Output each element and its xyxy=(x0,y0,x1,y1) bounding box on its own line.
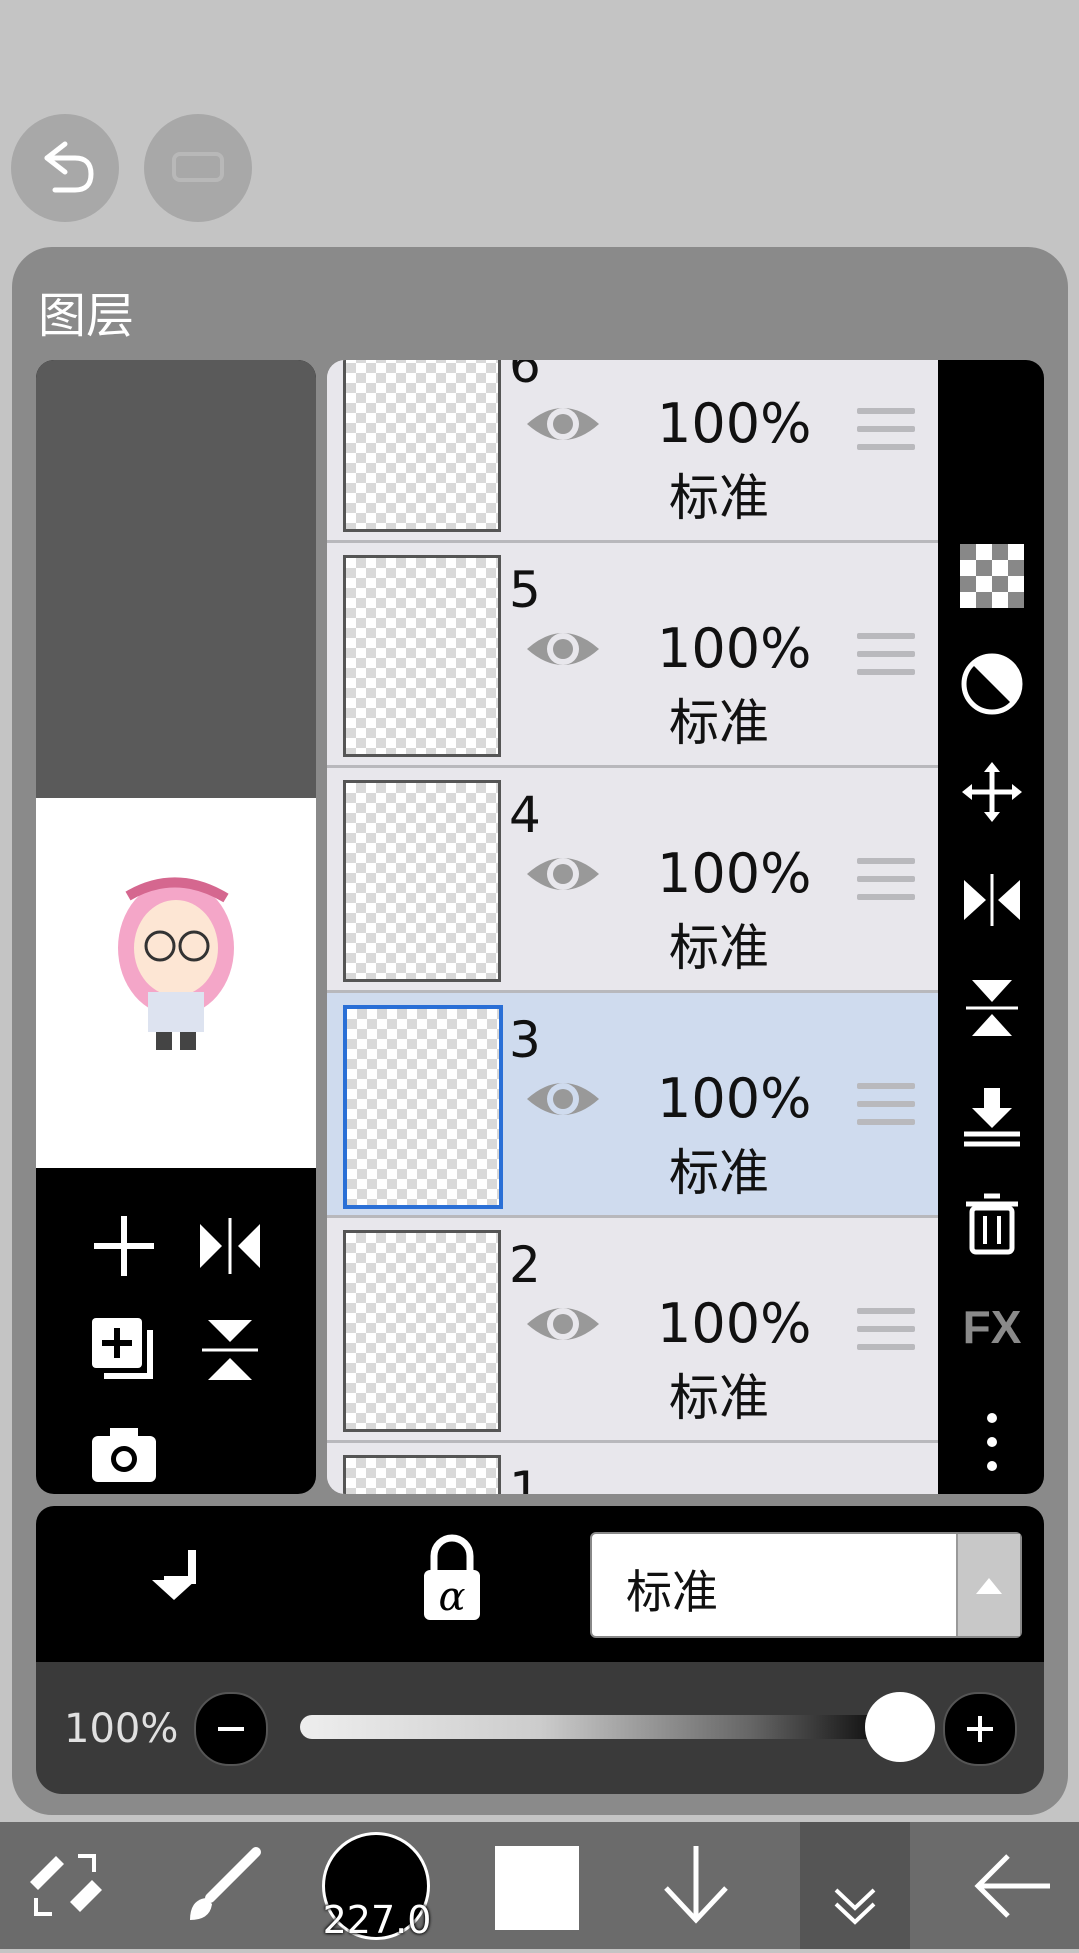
flip-horizontal-icon[interactable] xyxy=(190,1206,270,1286)
eye-icon[interactable] xyxy=(523,384,603,464)
layer-blend-mode: 标准 xyxy=(669,919,769,977)
eye-icon[interactable] xyxy=(523,1284,603,1364)
svg-text:α: α xyxy=(438,1574,465,1620)
back-arrow-icon[interactable] xyxy=(972,1846,1056,1926)
layer-blend-mode: 标准 xyxy=(669,694,769,752)
layer-thumbnail xyxy=(343,780,501,982)
opacity-slider-thumb[interactable] xyxy=(865,1692,935,1762)
eye-icon[interactable] xyxy=(523,609,603,689)
layer-thumbnail xyxy=(343,1005,503,1209)
camera-icon[interactable] xyxy=(84,1414,164,1494)
collapse-button[interactable] xyxy=(800,1822,910,1949)
trash-icon[interactable] xyxy=(960,1192,1024,1256)
undo-icon xyxy=(44,141,94,193)
move-icon[interactable] xyxy=(960,760,1024,824)
opacity-increase-button[interactable] xyxy=(943,1692,1017,1766)
canvas-preview xyxy=(36,360,316,1494)
layer-row-1[interactable]: 1 xyxy=(327,1443,938,1494)
brush-size-value: 227.0 xyxy=(322,1898,432,1942)
layer-blend-mode: 标准 xyxy=(669,1144,769,1202)
duplicate-layer-icon[interactable] xyxy=(84,1310,164,1390)
character-illustration xyxy=(118,877,234,1050)
preview-background xyxy=(36,360,316,798)
brush-icon[interactable] xyxy=(180,1842,266,1928)
layer-thumbnail xyxy=(343,1230,501,1432)
layer-opacity: 100% xyxy=(657,392,812,455)
layer-opacity: 100% xyxy=(657,1292,812,1355)
layer-row-5[interactable]: 5 100% 标准 xyxy=(327,543,938,768)
eye-icon[interactable] xyxy=(523,1059,603,1139)
main-toolbar: 227.0 xyxy=(0,1822,1079,1949)
layer-list[interactable]: 6 100% 标准 5 100% 标准 4 100% 标准 3 100% 标准 … xyxy=(327,360,938,1494)
invert-icon[interactable] xyxy=(960,652,1024,716)
layer-row-2[interactable]: 2 100% 标准 xyxy=(327,1218,938,1443)
drag-handle-icon[interactable] xyxy=(857,858,915,906)
transparency-icon[interactable] xyxy=(960,544,1024,608)
blend-mode-select[interactable]: 标准 xyxy=(590,1532,1022,1638)
blend-mode-value: 标准 xyxy=(626,1565,718,1619)
eye-icon[interactable] xyxy=(523,834,603,914)
flip-vertical-icon[interactable] xyxy=(190,1310,270,1390)
undo-button[interactable] xyxy=(11,114,119,222)
merge-down-icon[interactable] xyxy=(960,1084,1024,1148)
layer-row-4[interactable]: 4 100% 标准 xyxy=(327,768,938,993)
flip-horizontal-icon[interactable] xyxy=(960,868,1024,932)
layer-row-3[interactable]: 3 100% 标准 xyxy=(327,993,938,1218)
chevron-down-icon xyxy=(834,1888,876,1925)
drag-handle-icon[interactable] xyxy=(857,1083,915,1131)
minus-icon xyxy=(218,1727,244,1731)
fx-icon[interactable]: FX xyxy=(952,1300,1032,1364)
add-layer-icon[interactable] xyxy=(84,1206,164,1286)
alpha-lock-icon[interactable]: α xyxy=(420,1534,484,1624)
opacity-slider[interactable] xyxy=(300,1715,900,1739)
dropdown-arrow-icon xyxy=(956,1534,1020,1636)
download-arrow-icon[interactable] xyxy=(656,1840,736,1930)
color-swatch[interactable] xyxy=(495,1846,579,1930)
layer-thumbnail xyxy=(343,1455,501,1494)
redo-button[interactable] xyxy=(144,114,252,222)
layer-blend-mode: 标准 xyxy=(669,1369,769,1427)
panel-title: 图层 xyxy=(38,288,135,344)
plus-icon xyxy=(967,1716,993,1742)
layer-opacity: 100% xyxy=(657,617,812,680)
layer-blend-mode: 标准 xyxy=(669,469,769,527)
layer-opacity: 100% xyxy=(657,1067,812,1130)
clip-down-icon[interactable] xyxy=(140,1546,210,1622)
opacity-decrease-button[interactable] xyxy=(194,1692,268,1766)
layer-thumbnail xyxy=(343,360,501,532)
drag-handle-icon[interactable] xyxy=(857,633,915,681)
brush-eraser-swap-icon[interactable] xyxy=(22,1842,108,1928)
opacity-label: 100% xyxy=(64,1706,179,1752)
drag-handle-icon[interactable] xyxy=(857,1308,915,1356)
layer-opacity: 100% xyxy=(657,842,812,905)
drag-handle-icon[interactable] xyxy=(857,408,915,456)
preview-canvas[interactable] xyxy=(36,798,316,1168)
layer-tools-column: FX xyxy=(938,360,1044,1494)
more-icon[interactable] xyxy=(960,1410,1024,1474)
flip-vertical-icon[interactable] xyxy=(960,976,1024,1040)
layer-thumbnail xyxy=(343,555,501,757)
layer-row-6[interactable]: 6 100% 标准 xyxy=(327,360,938,543)
redo-icon xyxy=(172,152,224,182)
layer-number: 1 xyxy=(509,1461,541,1494)
